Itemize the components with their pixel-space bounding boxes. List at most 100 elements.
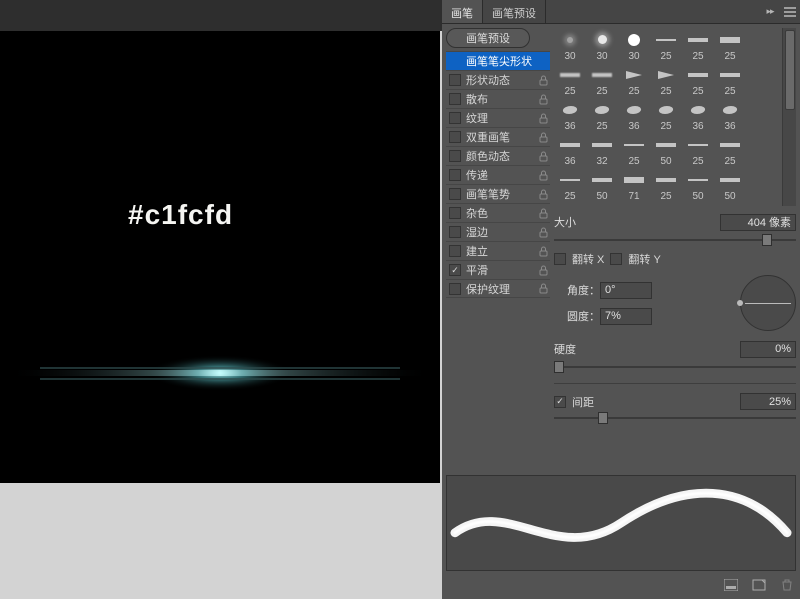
brush-thumb[interactable]: 36 bbox=[714, 98, 746, 133]
lock-icon[interactable] bbox=[536, 132, 550, 143]
option-row-4[interactable]: 双重画笔 bbox=[446, 127, 550, 146]
option-label: 双重画笔 bbox=[465, 129, 536, 145]
brush-thumb[interactable]: 25 bbox=[554, 168, 586, 203]
angle-value[interactable]: 0° bbox=[600, 282, 652, 299]
option-row-5[interactable]: 颜色动态 bbox=[446, 146, 550, 165]
angle-diagram[interactable] bbox=[740, 275, 796, 331]
panel-menu-icon[interactable] bbox=[780, 0, 800, 23]
brush-thumb[interactable]: 36 bbox=[682, 98, 714, 133]
color-code-text: #c1fcfd bbox=[128, 199, 233, 231]
lock-icon[interactable] bbox=[536, 113, 550, 124]
brush-thumb[interactable]: 25 bbox=[586, 98, 618, 133]
lock-icon[interactable] bbox=[536, 151, 550, 162]
brush-thumb[interactable]: 50 bbox=[586, 168, 618, 203]
size-value[interactable]: 404 像素 bbox=[720, 214, 796, 231]
brush-thumb[interactable]: 25 bbox=[586, 63, 618, 98]
option-label: 形状动态 bbox=[465, 72, 536, 88]
brush-thumb[interactable]: 36 bbox=[618, 98, 650, 133]
option-checkbox[interactable] bbox=[449, 112, 461, 124]
option-row-12[interactable]: 保护纹理 bbox=[446, 279, 550, 298]
option-row-7[interactable]: 画笔笔势 bbox=[446, 184, 550, 203]
option-checkbox[interactable] bbox=[449, 226, 461, 238]
new-brush-icon[interactable] bbox=[750, 577, 768, 593]
brush-stroke-preview bbox=[446, 475, 796, 571]
brush-thumb[interactable]: 30 bbox=[586, 28, 618, 63]
brush-thumb[interactable]: 25 bbox=[682, 28, 714, 63]
brush-thumb[interactable]: 30 bbox=[618, 28, 650, 63]
option-checkbox[interactable] bbox=[449, 93, 461, 105]
lock-icon[interactable] bbox=[536, 170, 550, 181]
option-row-6[interactable]: 传递 bbox=[446, 165, 550, 184]
thumbnails-scrollbar[interactable] bbox=[782, 28, 796, 206]
option-checkbox[interactable]: ✓ bbox=[449, 264, 461, 276]
brush-presets-button[interactable]: 画笔预设 bbox=[446, 28, 530, 48]
brush-thumb[interactable]: 25 bbox=[682, 133, 714, 168]
brush-thumb[interactable]: 50 bbox=[714, 168, 746, 203]
collapse-icon[interactable]: ▸▸ bbox=[760, 0, 780, 23]
hardness-label: 硬度 bbox=[554, 341, 616, 357]
roundness-value[interactable]: 7% bbox=[600, 308, 652, 325]
spacing-value[interactable]: 25% bbox=[740, 393, 796, 410]
brush-thumb[interactable]: 25 bbox=[650, 98, 682, 133]
lock-icon[interactable] bbox=[536, 208, 550, 219]
brush-thumb[interactable]: 25 bbox=[714, 133, 746, 168]
option-checkbox[interactable] bbox=[449, 169, 461, 181]
panel-footer bbox=[446, 575, 796, 595]
option-label: 平滑 bbox=[465, 262, 536, 278]
size-slider[interactable] bbox=[554, 233, 796, 247]
toggle-preview-icon[interactable] bbox=[722, 577, 740, 593]
option-checkbox[interactable] bbox=[449, 74, 461, 86]
brush-thumb[interactable]: 25 bbox=[554, 63, 586, 98]
canvas-area[interactable]: #c1fcfd bbox=[0, 31, 440, 483]
hardness-value[interactable]: 0% bbox=[740, 341, 796, 358]
brush-thumb[interactable]: 25 bbox=[618, 63, 650, 98]
option-row-11[interactable]: ✓ 平滑 bbox=[446, 260, 550, 279]
lock-icon[interactable] bbox=[536, 265, 550, 276]
app-window: #c1fcfd bbox=[0, 0, 800, 599]
brush-thumb[interactable]: 36 bbox=[554, 98, 586, 133]
lens-flare bbox=[0, 313, 440, 433]
option-checkbox[interactable] bbox=[449, 150, 461, 162]
tab-brush-presets[interactable]: 画笔预设 bbox=[483, 0, 546, 23]
option-row-2[interactable]: 散布 bbox=[446, 89, 550, 108]
brush-thumb[interactable]: 71 bbox=[618, 168, 650, 203]
option-checkbox[interactable] bbox=[449, 188, 461, 200]
brush-thumb[interactable]: 25 bbox=[650, 63, 682, 98]
lock-icon[interactable] bbox=[536, 189, 550, 200]
option-row-9[interactable]: 湿边 bbox=[446, 222, 550, 241]
brush-thumb[interactable]: 25 bbox=[650, 168, 682, 203]
option-label: 杂色 bbox=[465, 205, 536, 221]
brush-thumb[interactable]: 25 bbox=[714, 28, 746, 63]
brush-thumb[interactable]: 25 bbox=[650, 28, 682, 63]
brush-thumb[interactable]: 25 bbox=[618, 133, 650, 168]
option-checkbox[interactable] bbox=[449, 245, 461, 257]
lock-icon[interactable] bbox=[536, 283, 550, 294]
spacing-slider[interactable] bbox=[554, 411, 796, 425]
lock-icon[interactable] bbox=[536, 246, 550, 257]
option-checkbox[interactable] bbox=[449, 207, 461, 219]
tab-brush[interactable]: 画笔 bbox=[442, 0, 483, 23]
brush-thumb[interactable]: 36 bbox=[554, 133, 586, 168]
hardness-slider[interactable] bbox=[554, 360, 796, 374]
lock-icon[interactable] bbox=[536, 94, 550, 105]
option-row-0[interactable]: 画笔笔尖形状 bbox=[446, 51, 550, 70]
option-checkbox[interactable] bbox=[449, 283, 461, 295]
option-row-8[interactable]: 杂色 bbox=[446, 203, 550, 222]
option-row-10[interactable]: 建立 bbox=[446, 241, 550, 260]
spacing-checkbox[interactable]: ✓ bbox=[554, 396, 566, 408]
brush-thumb[interactable]: 32 bbox=[586, 133, 618, 168]
delete-icon[interactable] bbox=[778, 577, 796, 593]
option-row-3[interactable]: 纹理 bbox=[446, 108, 550, 127]
brush-thumb[interactable]: 25 bbox=[714, 63, 746, 98]
flip-y-checkbox[interactable] bbox=[610, 253, 622, 265]
brush-thumb[interactable]: 50 bbox=[650, 133, 682, 168]
option-label: 湿边 bbox=[465, 224, 536, 240]
option-row-1[interactable]: 形状动态 bbox=[446, 70, 550, 89]
lock-icon[interactable] bbox=[536, 75, 550, 86]
brush-thumb[interactable]: 30 bbox=[554, 28, 586, 63]
option-checkbox[interactable] bbox=[449, 131, 461, 143]
brush-thumb[interactable]: 25 bbox=[682, 63, 714, 98]
flip-x-checkbox[interactable] bbox=[554, 253, 566, 265]
lock-icon[interactable] bbox=[536, 227, 550, 238]
brush-thumb[interactable]: 50 bbox=[682, 168, 714, 203]
